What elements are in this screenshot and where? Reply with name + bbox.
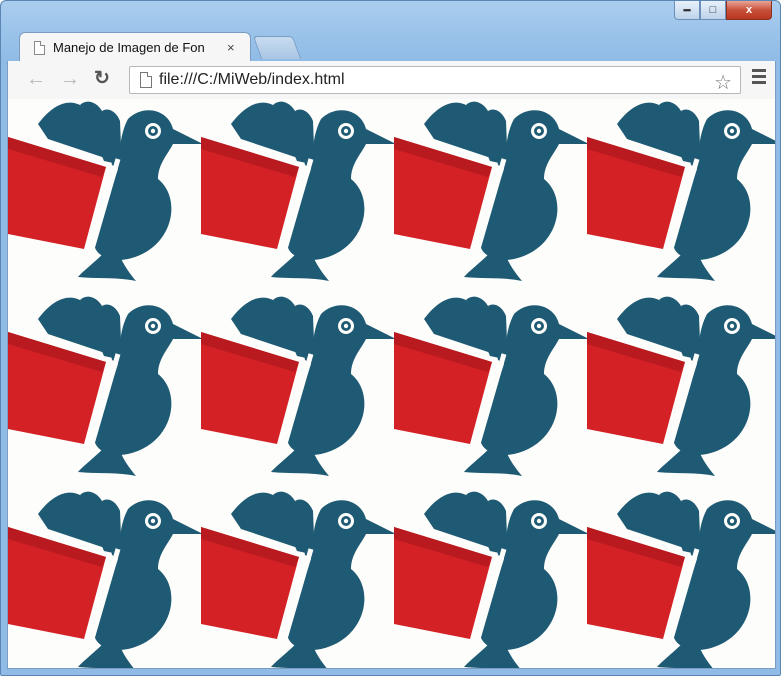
file-icon (140, 72, 152, 88)
url-text[interactable]: file:///C:/MiWeb/index.html (159, 71, 345, 89)
tab-active[interactable]: Manejo de Imagen de Fon × (19, 32, 251, 62)
minimize-button[interactable]: ━ (674, 1, 700, 20)
bird-book-image (394, 99, 587, 294)
back-button[interactable]: ← (26, 69, 46, 89)
minimize-icon: ━ (683, 4, 691, 17)
close-window-button[interactable]: x (726, 1, 772, 20)
arrow-left-icon: ← (26, 68, 46, 90)
star-icon[interactable]: ☆ (714, 70, 732, 95)
reload-icon: ↻ (94, 68, 110, 89)
bird-book-image (587, 489, 776, 669)
bird-book-image (587, 294, 776, 489)
browser-window: ━ □ x Manejo de Imagen de Fon × ← → ↻ fi… (0, 0, 781, 676)
bird-book-image (394, 294, 587, 489)
bird-book-image (201, 294, 394, 489)
hamburger-menu-icon[interactable] (752, 69, 766, 87)
address-bar[interactable]: file:///C:/MiWeb/index.html ☆ (129, 66, 741, 94)
title-bar: ━ □ x Manejo de Imagen de Fon × (1, 1, 780, 62)
bird-book-image (394, 489, 587, 669)
tab-title: Manejo de Imagen de Fon (53, 40, 205, 55)
page-content (7, 99, 776, 669)
bird-book-image (587, 99, 776, 294)
window-controls: ━ □ x (674, 1, 772, 21)
close-icon: x (745, 4, 753, 16)
bird-book-image (8, 294, 201, 489)
bird-book-image (201, 489, 394, 669)
bird-book-image (8, 99, 201, 294)
reload-button[interactable]: ↻ (94, 69, 110, 89)
browser-toolbar: ← → ↻ file:///C:/MiWeb/index.html ☆ (7, 61, 776, 99)
forward-button[interactable]: → (60, 69, 80, 89)
arrow-right-icon: → (60, 68, 80, 90)
bird-book-image (8, 489, 201, 669)
tab-close-icon[interactable]: × (227, 40, 235, 55)
page-icon (34, 40, 45, 55)
bird-book-image (201, 99, 394, 294)
maximize-button[interactable]: □ (700, 1, 726, 20)
new-tab-button[interactable] (252, 36, 302, 59)
maximize-icon: □ (709, 4, 717, 16)
